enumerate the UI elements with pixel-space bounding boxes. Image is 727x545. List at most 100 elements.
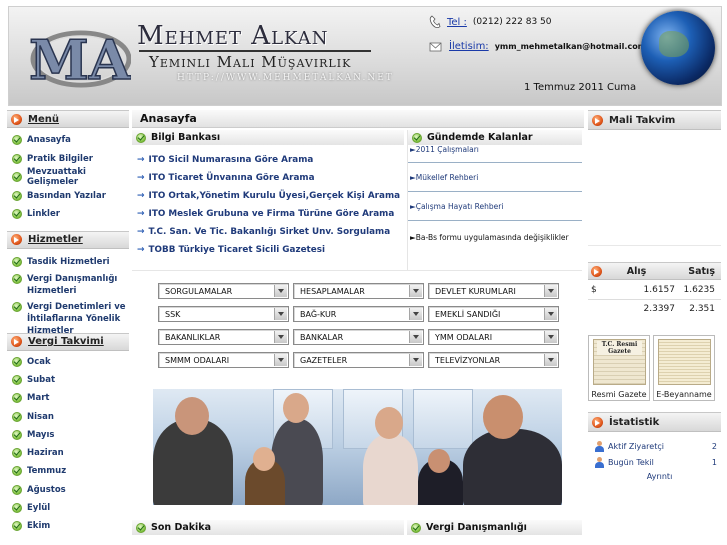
chevron-down-icon[interactable] xyxy=(409,354,422,366)
thumbnail-caption: E-Beyanname xyxy=(656,390,712,399)
quick-links-dropdowns: SORGULAMALAR HESAPLAMALAR DEVLET KURUMLA… xyxy=(158,283,559,368)
chevron-down-icon[interactable] xyxy=(274,331,287,343)
newspaper-title: T.C. Resmi Gazete xyxy=(597,341,642,355)
agenda-panel: Gündemde Kalanlar ►2011 Çalışmaları ►Mük… xyxy=(407,130,582,270)
fiscal-calendar-body xyxy=(588,130,721,246)
month-item[interactable]: Nisan xyxy=(7,407,129,425)
month-item[interactable]: Mart xyxy=(7,389,129,407)
kb-link-ito-meslek[interactable]: → ITO Meslek Grubuna ve Firma Türüne Göre… xyxy=(132,205,404,223)
chevron-down-icon[interactable] xyxy=(409,308,422,320)
month-item[interactable]: Eylül xyxy=(7,499,129,517)
tax-calendar-title: Vergi Takvimi xyxy=(28,336,104,347)
menu-item-linkler[interactable]: Linkler xyxy=(7,205,129,224)
business-people-photo xyxy=(153,389,562,505)
month-item[interactable]: Subat xyxy=(7,371,129,389)
breaking-news-panel: Son Dakika xyxy=(132,520,404,535)
chevron-down-icon[interactable] xyxy=(274,354,287,366)
email-label[interactable]: İletisim: xyxy=(449,41,489,52)
check-icon xyxy=(12,411,22,422)
main-content: Anasayfa Bilgi Bankası → ITO Sicil Numara… xyxy=(132,110,584,545)
dropdown-hesaplamalar[interactable]: HESAPLAMALAR xyxy=(293,283,424,299)
services-list: Tasdik Hizmetleri Vergi Danışmanlığı Hiz… xyxy=(7,249,129,336)
header-phone: Tel : (0212) 222 83 50 xyxy=(429,15,551,29)
arrow-right-icon: → xyxy=(137,245,145,255)
menu-item-mevzuat[interactable]: Mevzuattaki Gelişmeler xyxy=(7,167,129,187)
service-item-vergi-danismanligi[interactable]: Vergi Danışmanlığı Hizmetleri xyxy=(7,271,129,299)
dropdown-bakanliklar[interactable]: BAKANLIKLAR xyxy=(158,329,289,345)
month-item[interactable]: Temmuz xyxy=(7,462,129,480)
dropdown-televizyonlar[interactable]: TELEVİZYONLAR xyxy=(428,352,559,368)
menu-list: Anasayfa Pratik Bilgiler Mevzuattaki Gel… xyxy=(7,128,129,224)
chevron-down-icon[interactable] xyxy=(274,285,287,297)
month-item[interactable]: Ocak xyxy=(7,353,129,371)
details-link[interactable]: Ayrıntı xyxy=(588,472,721,481)
services-title: Hizmetler xyxy=(28,234,83,245)
month-item[interactable]: Haziran xyxy=(7,444,129,462)
brand-name: Mehmet Alkan xyxy=(137,21,329,51)
menu-item-anasayfa[interactable]: Anasayfa xyxy=(7,131,129,150)
thumbnail-caption: Resmi Gazete xyxy=(591,390,647,399)
tax-consulting-title: Vergi Danışmanlığı xyxy=(426,522,527,533)
service-item-tasdik[interactable]: Tasdik Hizmetleri xyxy=(7,253,129,271)
chevron-down-icon[interactable] xyxy=(544,354,557,366)
month-item[interactable]: Ekim xyxy=(7,517,129,535)
sell-rate: 1.6235 xyxy=(683,284,716,295)
chevron-down-icon[interactable] xyxy=(544,331,557,343)
check-icon xyxy=(12,273,22,284)
statistics-title: İstatistik xyxy=(609,416,660,428)
check-icon xyxy=(12,374,22,385)
dropdown-bag-kur[interactable]: BAĞ-KUR xyxy=(293,306,424,322)
chevron-down-icon[interactable] xyxy=(274,308,287,320)
knowledge-base-panel: Bilgi Bankası → ITO Sicil Numarasına Göre… xyxy=(132,130,404,270)
sell-rate: 2.351 xyxy=(689,304,715,314)
buy-label: Alış xyxy=(626,265,647,277)
chevron-down-icon[interactable] xyxy=(544,308,557,320)
menu-item-basindan[interactable]: Basından Yazılar xyxy=(7,187,129,206)
dropdown-ymm-odalari[interactable]: YMM ODALARI xyxy=(428,329,559,345)
month-item[interactable]: Mayıs xyxy=(7,426,129,444)
agenda-item[interactable]: ►Mükellef Rehberi xyxy=(408,163,582,192)
kb-link-ito-sicil[interactable]: → ITO Sicil Numarasına Göre Arama xyxy=(132,151,404,169)
dropdown-sorgulamalar[interactable]: SORGULAMALAR xyxy=(158,283,289,299)
arrow-right-icon: → xyxy=(137,155,145,165)
services-header: Hizmetler xyxy=(7,230,129,249)
kb-link-ito-ortak[interactable]: → ITO Ortak,Yönetim Kurulu Üyesi,Gerçek K… xyxy=(132,187,404,205)
tax-consulting-panel: Vergi Danışmanlığı xyxy=(407,520,582,535)
check-icon xyxy=(12,135,22,146)
check-icon xyxy=(12,256,22,267)
agenda-title: Gündemde Kalanlar xyxy=(427,132,533,143)
tax-calendar-list: Ocak Subat Mart Nisan Mayıs Haziran Temm… xyxy=(7,351,129,536)
check-icon xyxy=(12,448,22,459)
service-item-vergi-denetimleri[interactable]: Vergi Denetimleri ve İhtilaflarına Yönel… xyxy=(7,299,129,336)
dropdown-ssk[interactable]: SSK xyxy=(158,306,289,322)
brand-divider xyxy=(139,50,371,52)
header-email: İletisim: ymm_mehmetalkan@hotmail.com xyxy=(429,40,646,52)
kb-link-ito-unvan[interactable]: → ITO Ticaret Ünvanına Göre Arama xyxy=(132,169,404,187)
chevron-down-icon[interactable] xyxy=(409,331,422,343)
brand-subtitle: Yeminli Mali Müşavirlik xyxy=(149,53,352,71)
chevron-down-icon[interactable] xyxy=(409,285,422,297)
arrow-orb-icon xyxy=(592,416,603,428)
e-beyanname-link[interactable]: E-Beyanname xyxy=(653,335,715,401)
agenda-item[interactable]: ►Çalışma Hayatı Rehberi xyxy=(408,192,582,221)
agenda-item[interactable]: ►Ba-Bs formu uygulamasında değişiklikler xyxy=(408,221,582,253)
kb-link-bakanlik-sorgu[interactable]: → T.C. San. Ve Tic. Bakanlığı Sirket Unv.… xyxy=(132,223,404,241)
chevron-down-icon[interactable] xyxy=(544,285,557,297)
buy-rate: 2.3397 xyxy=(643,304,676,314)
kb-link-tobb-gazete[interactable]: → TOBB Türkiye Ticaret Sicili Gazetesi xyxy=(132,241,404,259)
phone-label[interactable]: Tel : xyxy=(447,17,467,28)
agenda-item[interactable]: ►2011 Çalışmaları xyxy=(408,145,582,163)
dropdown-smmm-odalari[interactable]: SMMM ODALARI xyxy=(158,352,289,368)
left-sidebar: Menü Anasayfa Pratik Bilgiler Mevzuattak… xyxy=(7,110,129,545)
month-item[interactable]: Ağustos xyxy=(7,481,129,499)
arrow-orb-icon xyxy=(11,336,22,347)
menu-item-pratik-bilgiler[interactable]: Pratik Bilgiler xyxy=(7,150,129,169)
email-value[interactable]: ymm_mehmetalkan@hotmail.com xyxy=(495,42,646,51)
dropdown-devlet-kurumlari[interactable]: DEVLET KURUMLARI xyxy=(428,283,559,299)
sell-label: Satış xyxy=(688,265,715,277)
dropdown-gazeteler[interactable]: GAZETELER xyxy=(293,352,424,368)
dropdown-bankalar[interactable]: BANKALAR xyxy=(293,329,424,345)
check-icon xyxy=(12,209,22,220)
dropdown-emekli-sandigi[interactable]: EMEKLİ SANDIĞI xyxy=(428,306,559,322)
resmi-gazete-link[interactable]: T.C. Resmi Gazete Resmi Gazete xyxy=(588,335,650,401)
